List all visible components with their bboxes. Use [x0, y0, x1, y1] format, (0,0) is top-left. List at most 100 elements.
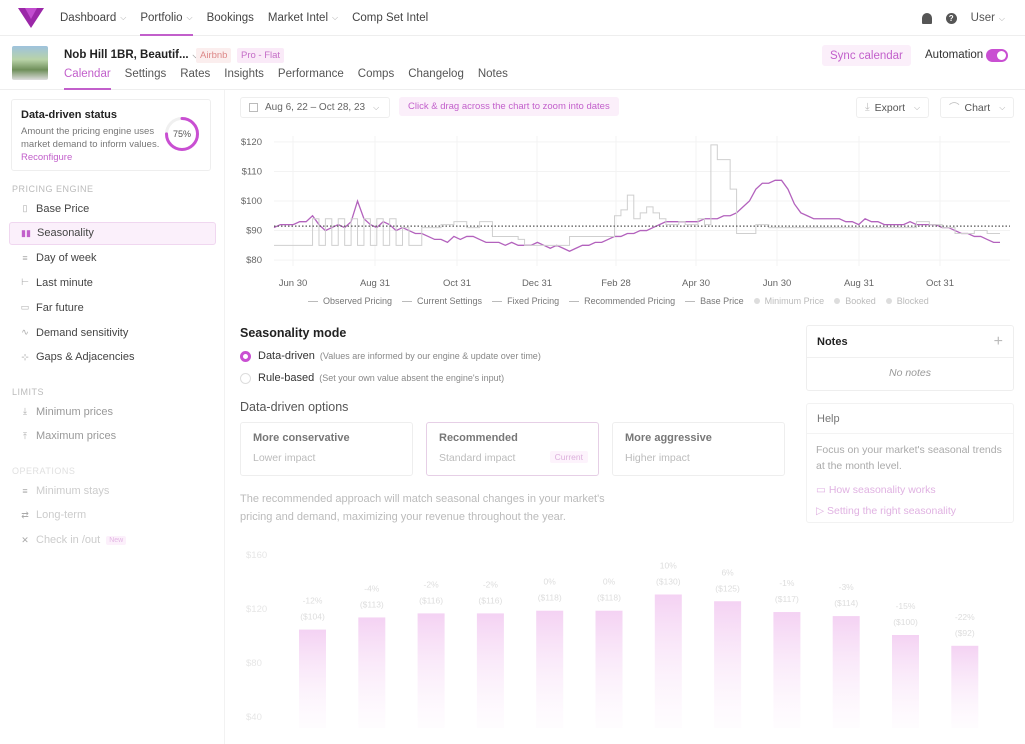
nav-item-label: Bookings — [206, 12, 254, 24]
help-card: Help Focus on your market's seasonal tre… — [806, 403, 1014, 523]
bar-dec — [951, 645, 979, 728]
wave-icon: ∿ — [21, 327, 29, 337]
radio-data-driven[interactable]: Data-driven (Values are informed by our e… — [240, 350, 541, 362]
chevron-down-icon: ⌵ — [999, 102, 1006, 112]
calendar-icon — [249, 103, 258, 112]
bar-value-label: ($118) — [597, 593, 621, 603]
sidebar-item-minimum-stays[interactable]: ≡ Minimum stays — [9, 479, 216, 502]
sidebar-item-gaps-adjacencies[interactable]: ⊹ Gaps & Adjacencies — [9, 346, 216, 369]
legend-dot — [834, 298, 841, 304]
bar-sep — [773, 612, 801, 728]
y-tick-label: $90 — [246, 226, 262, 237]
price-chart[interactable]: $80 $90 $100 $110 $120 Jun 30 Aug 31 Oct 31 Dec … — [226, 126, 1025, 296]
add-note-icon[interactable]: + — [994, 333, 1003, 351]
option-name: More aggressive — [625, 432, 712, 444]
sidebar-item-label: Gaps & Adjacencies — [36, 351, 135, 364]
tab-insights[interactable]: Insights — [224, 68, 264, 88]
current-badge: Current — [549, 451, 588, 463]
bar-value-label: ($130) — [656, 577, 681, 587]
radio-button[interactable] — [240, 350, 251, 362]
nav-item-bookings[interactable]: Bookings — [207, 0, 254, 36]
sync-calendar-button[interactable]: Sync calendar — [822, 45, 911, 66]
bar-pct-label: -1% — [779, 578, 795, 588]
tab-calendar[interactable]: Calendar — [64, 68, 111, 90]
x-tick-label: Aug 31 — [844, 278, 874, 289]
property-title: Nob Hill 1BR, Beautif... — [64, 49, 189, 61]
radio-description: (Set your own value absent the engine's … — [319, 373, 505, 383]
base-price-icon: ▯ — [22, 203, 28, 213]
legend-item[interactable]: Minimum Price — [753, 296, 824, 306]
help-icon[interactable]: ? — [945, 12, 957, 24]
sidebar-item-label: Base Price — [36, 202, 90, 215]
legend-item[interactable]: Recommended Pricing — [569, 296, 675, 306]
option-card-more-aggressive[interactable]: More aggressive Higher impact — [612, 422, 785, 476]
sidebar-item-day-of-week[interactable]: ≡ Day of week — [9, 247, 216, 270]
tab-notes[interactable]: Notes — [478, 68, 508, 88]
legend-item[interactable]: Observed Pricing — [308, 296, 392, 306]
radio-rule-based[interactable]: Rule-based (Set your own value absent the… — [240, 372, 504, 384]
no-notes-text: No notes — [888, 367, 932, 379]
legend-item[interactable]: Blocked — [885, 296, 929, 306]
legend-label: Base Price — [700, 296, 744, 306]
export-button[interactable]: ⤓ Export ⌵ — [856, 97, 930, 118]
automation-toggle[interactable] — [986, 49, 1008, 62]
logo-icon[interactable] — [18, 8, 44, 28]
sidebar-item-label: Minimum prices — [36, 405, 114, 418]
user-menu[interactable]: User ⌵ — [971, 12, 1005, 24]
radio-button[interactable] — [240, 372, 251, 384]
nav-item-portfolio[interactable]: Portfolio ⌵ — [140, 0, 193, 36]
nav-item-market-intel[interactable]: Market Intel ⌵ — [268, 0, 338, 36]
option-card-recommended[interactable]: Recommended Standard impact Current — [426, 422, 599, 476]
sidebar-item-minimum-prices[interactable]: ⤓ Minimum prices — [9, 400, 216, 423]
section-label-2: OPERATIONS — [12, 466, 76, 476]
option-card-more-conservative[interactable]: More conservative Lower impact — [240, 422, 413, 476]
legend-dot — [885, 298, 892, 304]
sidebar-item-seasonality[interactable]: ▮▮ Seasonality — [9, 221, 216, 245]
date-range-picker[interactable]: Aug 6, 22 – Oct 28, 23 ⌵ — [240, 97, 390, 118]
sidebar-item-maximum-prices[interactable]: ⤒ Maximum prices — [9, 425, 216, 448]
sidebar-item-base-price[interactable]: ▯ Base Price — [9, 197, 216, 220]
bar-pct-label: -2% — [424, 579, 440, 589]
chart-type-button[interactable]: ⌒ Chart ⌵ — [940, 97, 1015, 118]
chart-label: Chart — [964, 101, 991, 114]
help-link-label: How seasonality works — [828, 484, 936, 496]
export-label: Export — [874, 101, 906, 114]
sidebar-item-demand-sensitivity[interactable]: ∿ Demand sensitivity — [9, 321, 216, 344]
legend-label: Recommended Pricing — [584, 296, 676, 306]
legend-item[interactable]: Current Settings — [402, 296, 482, 306]
bar-mar — [417, 613, 445, 728]
tab-rates[interactable]: Rates — [180, 68, 210, 88]
nav-item-label: Market Intel — [267, 12, 328, 24]
reconfigure-link[interactable]: Reconfigure — [21, 152, 72, 163]
help-text: Focus on your market's seasonal trends a… — [816, 444, 1002, 472]
bar-y-tick-label: $160 — [246, 550, 267, 561]
channel-badge: Airbnb — [196, 48, 232, 63]
sidebar-item-last-minute[interactable]: ⊢ Last minute — [9, 271, 216, 294]
sidebar-item-check-in-out[interactable]: ✕ Check in /out New — [9, 529, 216, 552]
nav-item-comp-set-intel[interactable]: Comp Set Intel — [352, 0, 428, 36]
bell-icon[interactable] — [921, 12, 932, 24]
tab-comps[interactable]: Comps — [358, 68, 394, 88]
nav-item-dashboard[interactable]: Dashboard ⌵ — [60, 0, 126, 36]
legend-item[interactable]: Fixed Pricing — [492, 296, 559, 306]
radio-label: Rule-based — [258, 372, 315, 384]
arrow-down-icon: ⤓ — [23, 406, 27, 416]
help-title: Help — [807, 404, 1013, 434]
sidebar-item-far-future[interactable]: ▭ Far future — [9, 296, 216, 319]
tab-performance[interactable]: Performance — [278, 68, 344, 88]
bar-value-label: ($100) — [893, 617, 918, 627]
legend-item[interactable]: Base Price — [685, 296, 744, 306]
property-selector[interactable]: Nob Hill 1BR, Beautif...⌵ — [64, 49, 199, 61]
sidebar-item-long-term[interactable]: ⇄ Long-term — [9, 504, 216, 527]
x-tick-label: Feb 28 — [601, 278, 631, 289]
x-tick-label: Apr 30 — [682, 278, 710, 289]
help-link-how[interactable]: ▭ How seasonality works — [807, 480, 1013, 501]
tab-changelog[interactable]: Changelog — [408, 68, 464, 88]
help-link-setting[interactable]: ▷ Setting the right seasonality — [807, 501, 1013, 522]
gaps-icon: ⊹ — [21, 351, 29, 362]
bar-pct-label: -2% — [483, 579, 499, 589]
bar-pct-label: 6% — [721, 567, 734, 577]
legend-item[interactable]: Booked — [834, 296, 876, 306]
tab-settings[interactable]: Settings — [125, 68, 167, 88]
bar-value-label: ($116) — [419, 595, 443, 605]
